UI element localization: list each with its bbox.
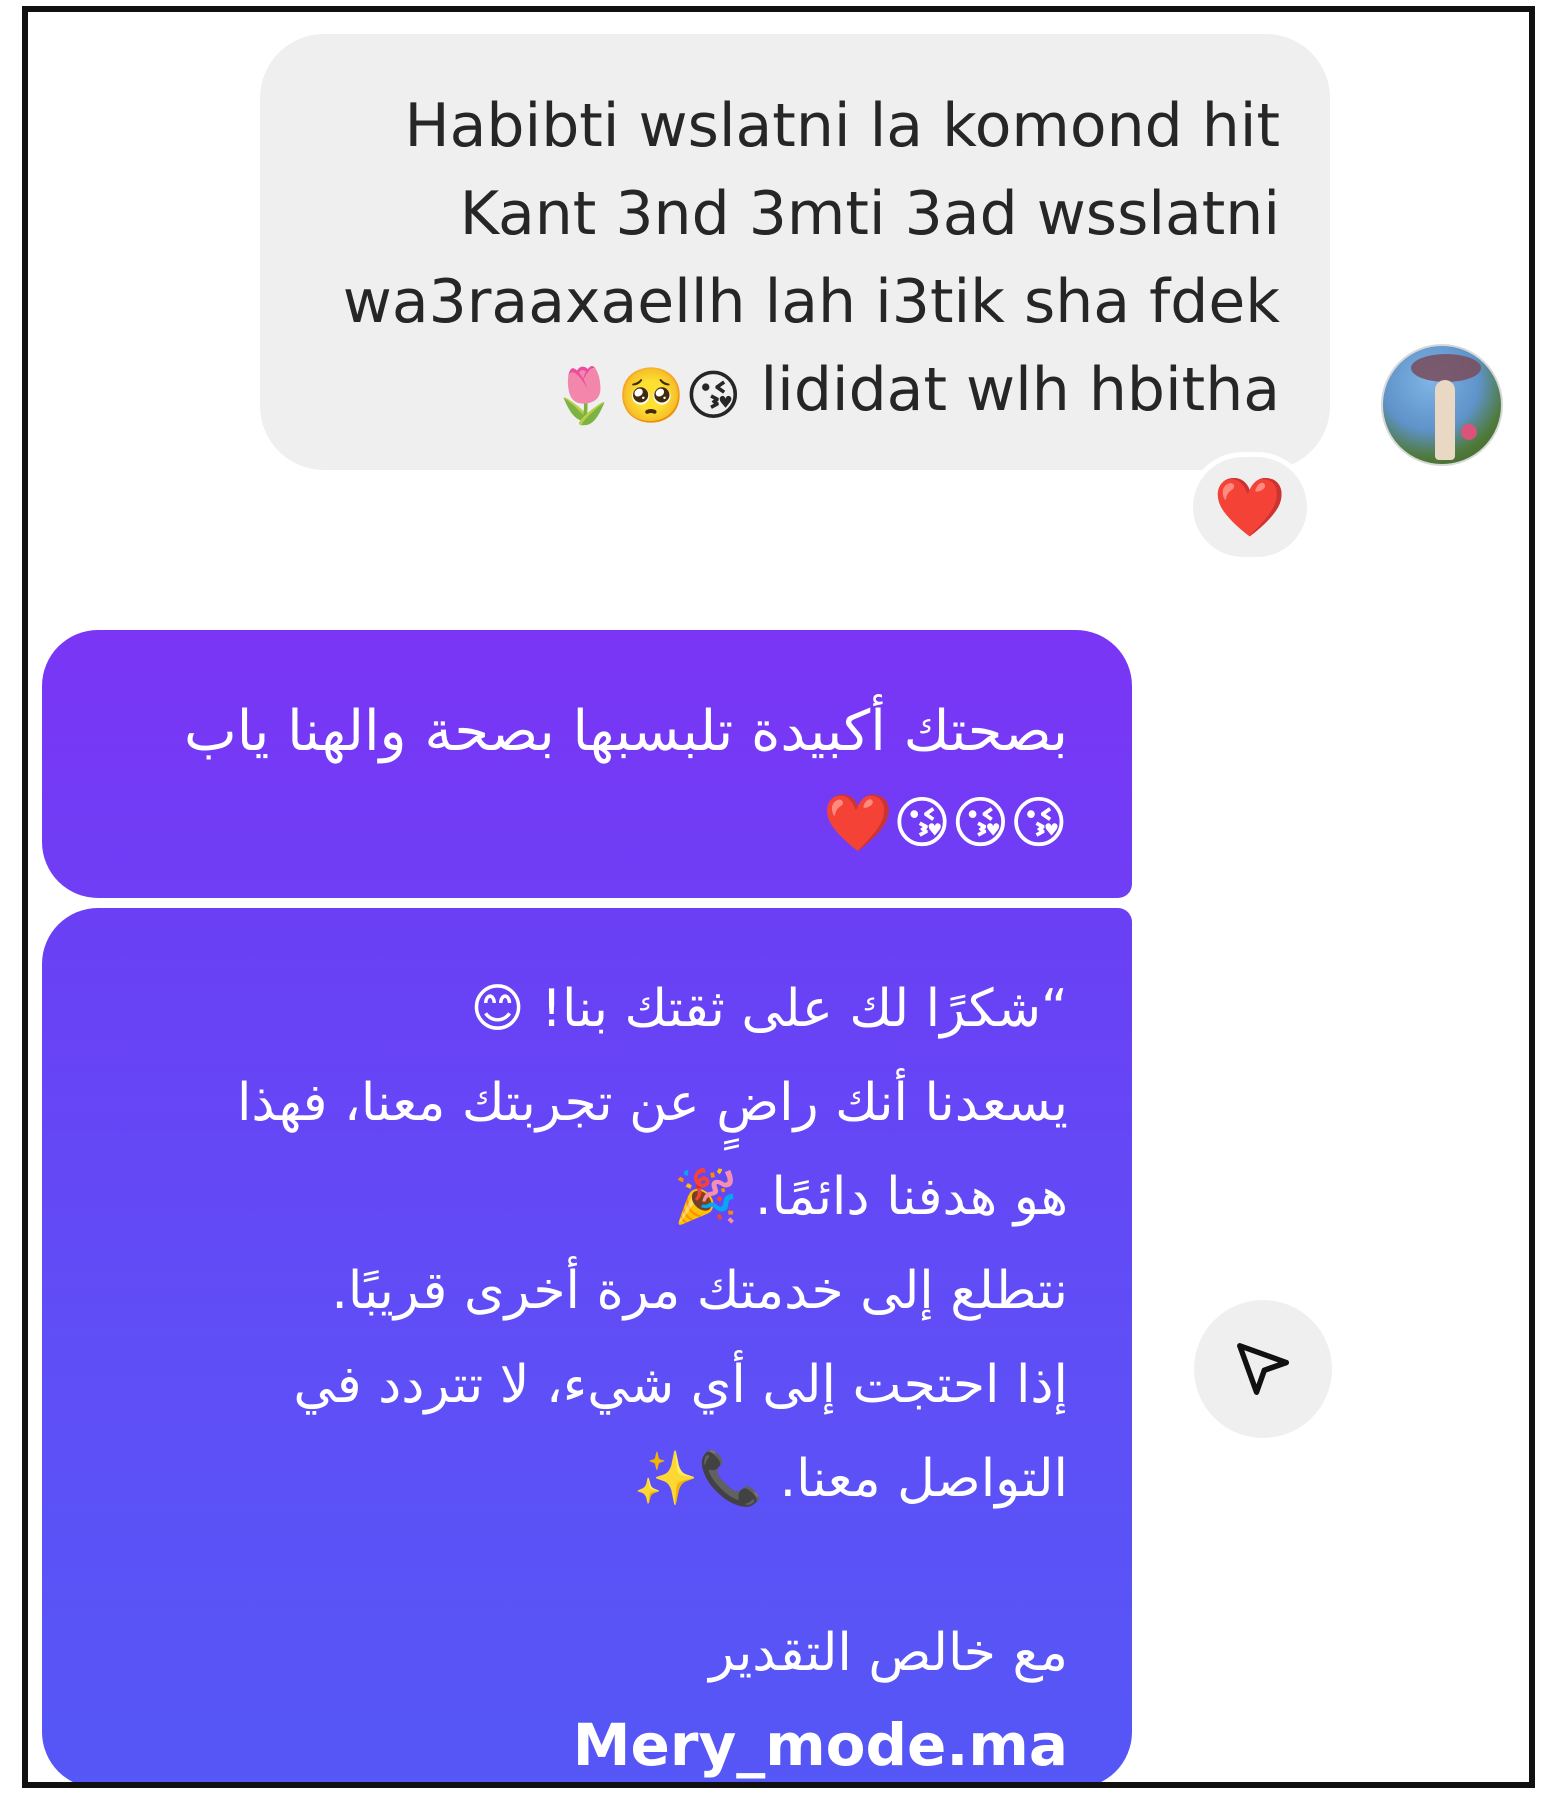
incoming-message-last-line: 🌷🥺😘 lididat wlh hbitha bbox=[320, 346, 1280, 440]
incoming-message-line: Habibti wslatni la komond hit bbox=[404, 91, 1280, 161]
incoming-message-line: lididat wlh hbitha bbox=[760, 355, 1281, 425]
avatar-flower-shape bbox=[1461, 424, 1477, 440]
incoming-message-bubble[interactable]: Habibti wslatni la komond hit Kant 3nd 3… bbox=[260, 34, 1330, 470]
signature-handle: Mery_mode.ma bbox=[572, 1711, 1068, 1779]
closing-line: مع خالص التقدير bbox=[709, 1623, 1068, 1683]
incoming-message-line: wa3raaxaellh lah i3tik sha fdek bbox=[342, 267, 1280, 337]
outgoing-message-line: يسعدنا أنك راضٍ عن تجربتك معنا، فهذا bbox=[236, 1073, 1068, 1133]
share-button[interactable] bbox=[1194, 1300, 1332, 1438]
kiss-heart-emojis: 😘😘😘❤️ bbox=[823, 791, 1068, 856]
paper-plane-icon bbox=[1237, 1343, 1289, 1395]
outgoing-message-bubble[interactable]: “شكرًا لك على ثقتك بنا! 😊 يسعدنا أنك راض… bbox=[42, 908, 1132, 1782]
outgoing-message-line: التواصل معنا. 📞✨ bbox=[633, 1449, 1068, 1509]
tulip-pleading-kiss-emojis: 🌷🥺😘 bbox=[550, 364, 742, 427]
heart-icon: ❤️ bbox=[1213, 473, 1287, 541]
message-spacer bbox=[96, 1526, 1068, 1606]
outgoing-message-line: بصحتك أكبيدة تلبسبها بصحة والهنا ياب bbox=[183, 699, 1068, 764]
avatar-person-shape bbox=[1435, 380, 1455, 460]
incoming-message-line: Kant 3nd 3mti 3ad wsslatni bbox=[459, 179, 1280, 249]
outgoing-message-line: هو هدفنا دائمًا. 🎉 bbox=[673, 1167, 1068, 1227]
outgoing-message-line: نتطلع إلى خدمتك مرة أخرى قريبًا. bbox=[331, 1261, 1068, 1321]
outgoing-message-line: “شكرًا لك على ثقتك بنا! 😊 bbox=[470, 979, 1068, 1039]
avatar-tree-shape bbox=[1411, 354, 1481, 382]
heart-reaction-badge[interactable]: ❤️ bbox=[1188, 452, 1312, 562]
chat-screenshot-frame: Habibti wslatni la komond hit Kant 3nd 3… bbox=[22, 6, 1535, 1788]
outgoing-message-line: إذا احتجت إلى أي شيء، لا تتردد في bbox=[293, 1355, 1068, 1415]
outgoing-message-bubble[interactable]: بصحتك أكبيدة تلبسبها بصحة والهنا ياب 😘😘😘… bbox=[42, 630, 1132, 898]
sender-avatar[interactable] bbox=[1381, 344, 1503, 466]
